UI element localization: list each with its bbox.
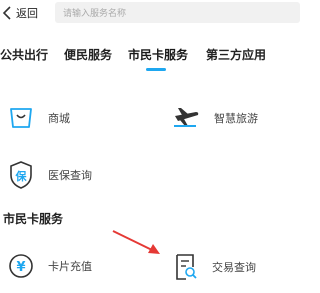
annotation-arrow-icon: [112, 230, 160, 254]
